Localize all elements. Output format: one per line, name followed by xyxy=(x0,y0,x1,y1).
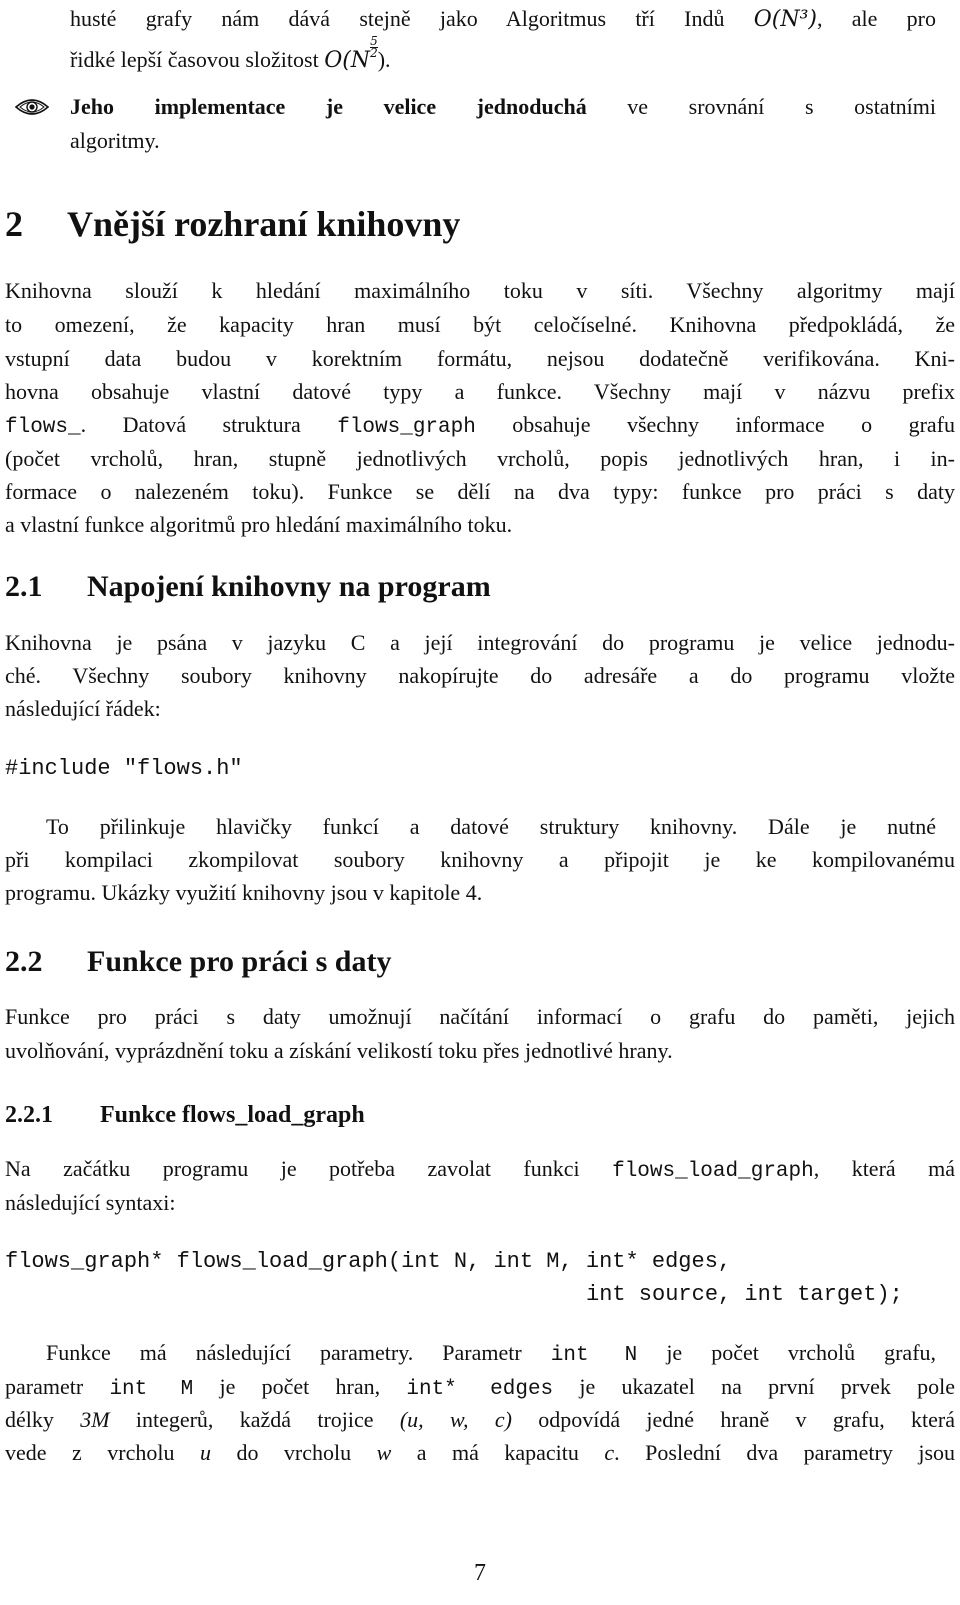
text: , která má xyxy=(813,1156,955,1181)
section22-para-line: Funkce pro práci s daty umožnují načítán… xyxy=(5,1004,955,1029)
section21-para2-line: programu. Ukázky využití knihovny jsou v… xyxy=(5,880,483,905)
section2-para-line: flows_. Datová struktura flows_graph obs… xyxy=(5,408,955,444)
text: integerů, každá trojice xyxy=(135,1407,374,1432)
section-title: Funkce flows_load_graph xyxy=(100,1102,365,1128)
text: . Datová struktura xyxy=(80,412,301,437)
text: obsahuje všechny informace o grafu xyxy=(512,412,955,437)
section21-para-line: ché. Všechny soubory knihovny nakopírujt… xyxy=(5,663,955,688)
section-2-2-heading: 2.2 Funkce pro práci s daty xyxy=(5,945,391,979)
section2-para-line: to omezení, že kapacity hran musí být ce… xyxy=(5,312,955,337)
section-title: Napojení knihovny na program xyxy=(87,570,491,603)
section-title: Vnější rozhraní knihovny xyxy=(67,204,461,244)
text: odpovídá jedné hraně v grafu, která xyxy=(538,1407,956,1432)
code-inline: flows_graph xyxy=(337,416,476,439)
math-inline: 3M xyxy=(80,1407,110,1432)
section-number: 2.1 xyxy=(5,570,43,603)
code-inline: int M xyxy=(109,1378,194,1401)
params-line: vede z vrcholu u do vrcholu w a má kapac… xyxy=(5,1436,955,1469)
section-2-2-1-heading: 2.2.1 Funkce flows_load_graph xyxy=(5,1102,365,1129)
math-inline: (u, w, c) xyxy=(399,1407,512,1432)
text: do vrcholu xyxy=(236,1440,352,1465)
section-title: Funkce pro práci s daty xyxy=(87,945,392,978)
section2-para-line: vstupní data budou v korektním formátu, … xyxy=(5,346,955,371)
bullet-line-1: Jeho implementace je velice jednoduchá v… xyxy=(70,90,936,123)
code-signature-line-1: flows_graph* flows_load_graph(int N, int… xyxy=(5,1249,732,1274)
text: O(N xyxy=(324,48,371,73)
text: a má kapacitu xyxy=(416,1440,579,1465)
complexity-n3: O(N³) xyxy=(753,7,818,32)
text: je ukazatel na první prvek pole xyxy=(579,1374,956,1399)
section21-para2-line: při kompilaci zkompilovat soubory knihov… xyxy=(5,847,955,872)
text: parametr xyxy=(5,1374,84,1399)
code-signature-line-2: int source, int target); xyxy=(586,1282,903,1307)
section21-para-line: Knihovna je psána v jazyku C a její inte… xyxy=(5,630,955,655)
eye-icon xyxy=(15,99,49,115)
text: délky xyxy=(5,1407,54,1432)
code-include: #include "flows.h" xyxy=(5,756,243,781)
section2-para-line: (počet vrcholů, hran, stupně jednotlivýc… xyxy=(5,446,955,471)
section-number: 2.2 xyxy=(5,945,43,978)
intro-line-1: husté grafy nám dává stejně jako Algorit… xyxy=(70,2,936,36)
bullet-bold-text: Jeho implementace je velice jednoduchá xyxy=(70,94,587,119)
section2-para-line: Knihovna slouží k hledání maximálního to… xyxy=(5,278,955,303)
section2-para-line: formace o nalezeném toku). Funkce se děl… xyxy=(5,479,955,504)
section21-para-line: následující řádek: xyxy=(5,696,161,721)
math-inline: c xyxy=(604,1440,615,1465)
text: je počet vrcholů grafu, xyxy=(666,1340,937,1365)
code-inline: int N xyxy=(550,1344,638,1367)
section21-para2-line: To přilinkuje hlavičky funkcí a datové s… xyxy=(46,814,936,839)
section2-para-line: a vlastní funkce algoritmů pro hledání m… xyxy=(5,512,513,537)
math-inline: u xyxy=(199,1440,211,1465)
text: řidké lepší časovou složitost xyxy=(70,47,319,72)
code-inline: flows_load_graph xyxy=(612,1160,814,1183)
section-2-1-heading: 2.1 Napojení knihovny na program xyxy=(5,570,491,604)
section-2-heading: 2 Vnější rozhraní knihovny xyxy=(5,203,460,245)
params-line: parametr int M je počet hran, int* edges… xyxy=(5,1370,955,1406)
text: ve srovnání s ostatními xyxy=(627,94,937,119)
text: . Poslední dva parametry jsou xyxy=(614,1440,956,1465)
params-line: Funkce má následující parametry. Paramet… xyxy=(46,1336,936,1372)
section2-para-line: hovna obsahuje vlastní datové typy a fun… xyxy=(5,379,955,404)
text: Na začátku programu je potřeba zavolat f… xyxy=(5,1156,580,1181)
text: ). xyxy=(377,47,391,72)
text: je počet hran, xyxy=(219,1374,381,1399)
text: algoritmy. xyxy=(70,128,160,153)
text: vede z vrcholu xyxy=(5,1440,175,1465)
complexity-n52: O(N 5 2 xyxy=(324,35,378,73)
section221-para-line: následující syntaxi: xyxy=(5,1190,176,1215)
section-number: 2.2.1 xyxy=(5,1102,53,1128)
code-inline: flows_ xyxy=(5,416,81,439)
text: , ale pro xyxy=(817,6,937,31)
page-number: 7 xyxy=(474,1560,486,1586)
section221-para-line: Na začátku programu je potřeba zavolat f… xyxy=(5,1152,955,1188)
fraction: 52 xyxy=(370,35,378,60)
section-number: 2 xyxy=(5,204,23,244)
section22-para-line: uvolňování, vyprázdnění toku a získání v… xyxy=(5,1038,673,1063)
code-inline: int* edges xyxy=(406,1378,554,1401)
text: husté grafy nám dává stejně jako Algorit… xyxy=(70,6,725,31)
intro-line-2: řidké lepší časovou složitost O(N 5 2). xyxy=(70,35,936,77)
math-inline: w xyxy=(376,1440,392,1465)
bullet-line-2: algoritmy. xyxy=(70,124,960,157)
params-line: délky 3M integerů, každá trojice (u, w, … xyxy=(5,1403,955,1436)
denominator: 2 xyxy=(370,46,378,60)
text: Funkce má následující parametry. Paramet… xyxy=(46,1340,522,1365)
document-page: husté grafy nám dává stejně jako Algorit… xyxy=(0,0,960,1605)
